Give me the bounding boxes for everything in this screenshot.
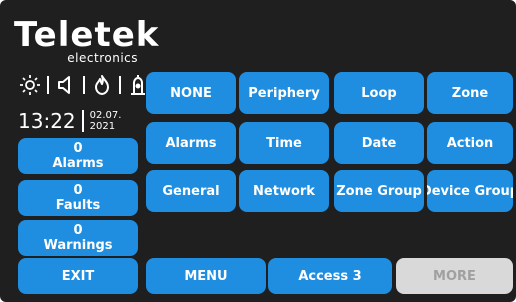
filter-action-button[interactable]: Action [427,122,513,164]
access-level-button[interactable]: Access 3 [268,258,392,294]
warnings-count: 0 [73,223,83,238]
filter-time-button[interactable]: Time [239,122,329,164]
clock-date: 02.07. 2021 [90,110,122,132]
filter-alarms-button[interactable]: Alarms [146,122,236,164]
more-button[interactable]: MORE [396,258,513,294]
filter-general-button[interactable]: General [146,170,236,212]
alarms-counter-button[interactable]: 0 Alarms [18,138,138,174]
filter-loop-button[interactable]: Loop [334,72,424,114]
panel-screen: Teletek electronics 13:22 02.07. 2021 0 … [0,0,516,302]
faults-count: 0 [73,183,83,198]
filter-network-button[interactable]: Network [239,170,329,212]
faults-counter-button[interactable]: 0 Faults [18,180,138,216]
flame-icon [90,73,114,97]
faults-label: Faults [55,198,101,213]
filter-zone-button[interactable]: Zone [427,72,513,114]
status-divider [83,76,85,94]
clock-time: 13:22 [18,109,76,133]
warnings-label: Warnings [43,238,113,253]
filter-device-group-button[interactable]: Device Group [427,170,513,212]
filter-none-button[interactable]: NONE [146,72,236,114]
brand-logo: Teletek electronics [14,15,160,64]
alarms-label: Alarms [52,156,104,171]
clock-date-day: 02.07. [89,110,122,121]
status-divider [119,76,121,94]
clock: 13:22 02.07. 2021 [18,106,121,136]
menu-button[interactable]: MENU [146,258,266,294]
warnings-counter-button[interactable]: 0 Warnings [18,220,138,256]
filter-periphery-button[interactable]: Periphery [239,72,329,114]
clock-date-year: 2021 [89,121,116,132]
alarms-count: 0 [73,141,83,156]
speaker-icon [54,73,78,97]
filter-date-button[interactable]: Date [334,122,424,164]
exit-button[interactable]: EXIT [18,258,138,294]
status-divider [47,76,49,94]
sun-icon [18,73,42,97]
filter-zone-group-button[interactable]: Zone Group [334,170,424,212]
status-icons-row [18,72,150,98]
brand-name: Teletek [14,15,160,55]
clock-divider [81,110,84,132]
